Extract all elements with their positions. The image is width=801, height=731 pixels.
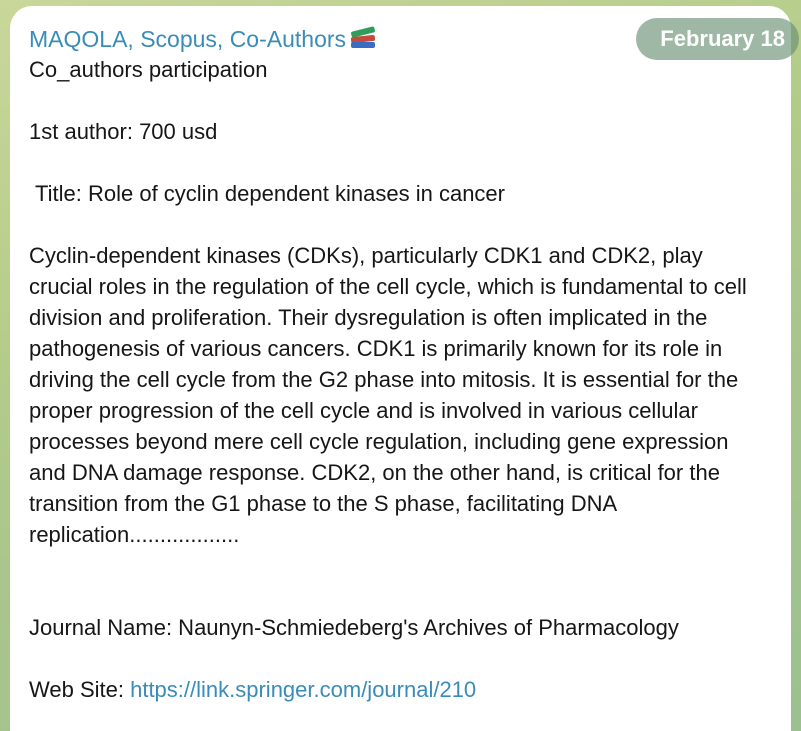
website-label: Web Site:: [29, 677, 131, 702]
message-abstract: Cyclin-dependent kinases (CDKs), particu…: [29, 243, 747, 547]
message-line-price: 1st author: 700 usd: [29, 119, 218, 144]
message-bubble: MAQOLA, Scopus, Co-Authors February 18 C…: [10, 6, 799, 731]
sender-name-text[interactable]: MAQOLA, Scopus, Co-Authors: [29, 26, 346, 52]
message-text: Co_authors participation 1st author: 700…: [29, 54, 771, 705]
message-line-website: Web Site: https://link.springer.com/jour…: [29, 674, 771, 705]
books-icon: [348, 26, 376, 49]
date-badge: February 18: [636, 18, 799, 60]
message-line-title: Title: Role of cyclin dependent kinases …: [35, 181, 505, 206]
website-link[interactable]: https://link.springer.com/journal/210: [130, 677, 476, 702]
message-line-journal: Journal Name: Naunyn-Schmiedeberg's Arch…: [29, 615, 679, 640]
